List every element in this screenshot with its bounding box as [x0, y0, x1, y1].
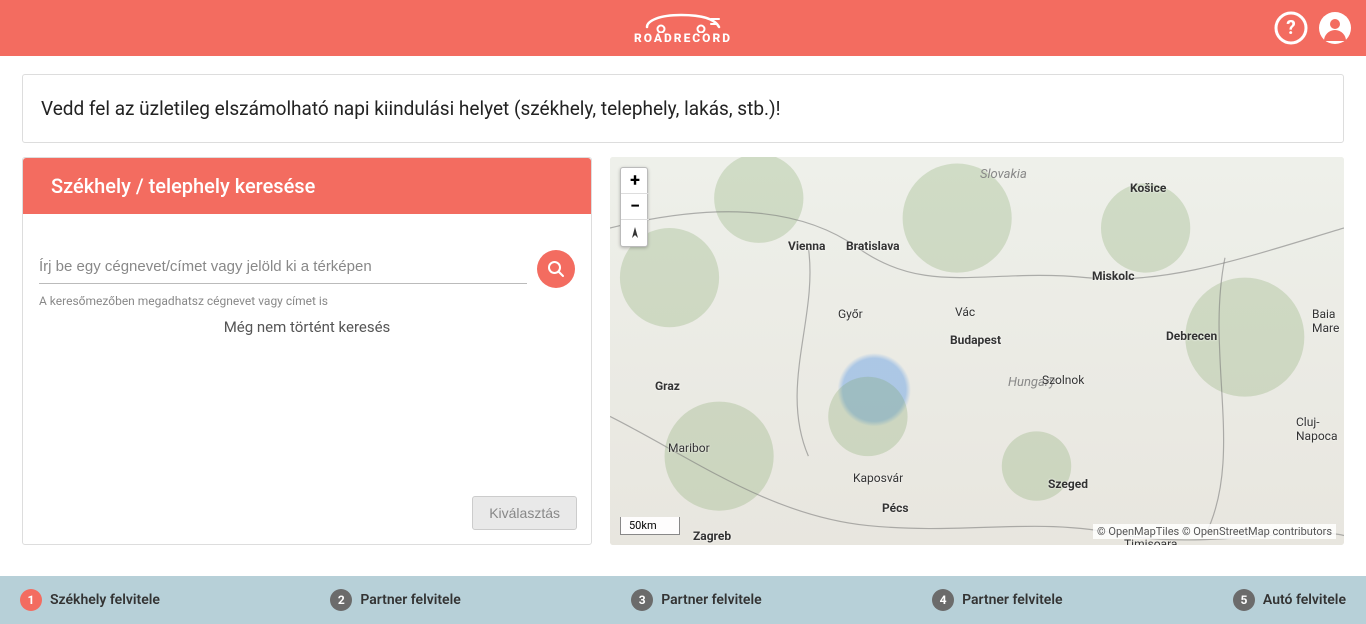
zoom-out-button[interactable]: −: [621, 194, 649, 220]
city-label: Pécs: [882, 501, 909, 515]
search-icon: [547, 260, 565, 278]
map-overlay-svg: [610, 157, 1344, 545]
city-label: Cluj-Napoca: [1296, 415, 1344, 443]
city-label: Zagreb: [693, 529, 731, 543]
zoom-in-button[interactable]: +: [621, 168, 649, 194]
city-label: Szolnok: [1042, 373, 1084, 387]
step-number: 3: [631, 589, 653, 611]
app-header: ROADRECORD ?: [0, 0, 1366, 56]
help-icon: ?: [1274, 11, 1308, 45]
step-item[interactable]: 5 Autó felvitele: [1233, 589, 1346, 611]
select-button[interactable]: Kiválasztás: [472, 496, 577, 530]
instruction-text: Vedd fel az üzletileg elszámolható napi …: [41, 97, 781, 120]
step-item[interactable]: 1 Székhely felvitele: [20, 589, 160, 611]
search-help-text: A keresőmezőben megadhatsz cégnevet vagy…: [39, 294, 575, 308]
city-label: Graz: [655, 379, 680, 393]
step-item[interactable]: 2 Partner felvitele: [330, 589, 460, 611]
step-number: 1: [20, 589, 42, 611]
city-label: Vác: [955, 305, 975, 319]
map-scale: 50km: [620, 517, 680, 535]
city-label: Miskolc: [1092, 269, 1134, 283]
svg-text:?: ?: [1286, 16, 1295, 39]
city-label: Vienna: [788, 239, 825, 253]
reset-bearing-button[interactable]: [621, 220, 649, 246]
country-label: Slovakia: [980, 167, 1027, 182]
city-label: Bratislava: [846, 239, 900, 253]
search-button[interactable]: [537, 250, 575, 288]
help-button[interactable]: ?: [1274, 11, 1308, 45]
main-content: Vedd fel az üzletileg elszámolható napi …: [0, 56, 1366, 545]
step-label: Partner felvitele: [360, 592, 460, 608]
step-item[interactable]: 4 Partner felvitele: [932, 589, 1062, 611]
step-number: 4: [932, 589, 954, 611]
compass-icon: [628, 226, 642, 240]
city-label: Szeged: [1048, 477, 1088, 491]
city-label: Kaposvár: [853, 471, 903, 485]
no-search-message: Még nem történt keresés: [39, 318, 575, 336]
step-label: Székhely felvitele: [50, 592, 160, 608]
step-number: 5: [1233, 589, 1255, 611]
search-panel-title: Székhely / telephely keresése: [23, 158, 591, 214]
map-controls: + −: [620, 167, 648, 247]
step-label: Partner felvitele: [962, 592, 1062, 608]
brand-text: ROADRECORD: [634, 31, 732, 45]
city-label: Košice: [1130, 181, 1166, 195]
car-icon: [641, 11, 725, 33]
city-label: Maribor: [668, 441, 710, 455]
city-label: Budapest: [950, 333, 1001, 347]
city-label: Baia Mare: [1312, 307, 1344, 335]
account-button[interactable]: [1318, 11, 1352, 45]
map-container[interactable]: SlovakiaHungaryViennaBratislavaGyőrVácBu…: [610, 157, 1344, 545]
step-item[interactable]: 3 Partner felvitele: [631, 589, 761, 611]
instruction-bar: Vedd fel az üzletileg elszámolható napi …: [22, 74, 1344, 143]
step-label: Autó felvitele: [1263, 592, 1346, 608]
location-search-input[interactable]: [39, 254, 527, 279]
search-panel: Székhely / telephely keresése A keresőme…: [22, 157, 592, 545]
step-number: 2: [330, 589, 352, 611]
step-label: Partner felvitele: [661, 592, 761, 608]
city-label: Debrecen: [1166, 329, 1217, 343]
step-bar: 1 Székhely felvitele 2 Partner felvitele 3 Pa…: [0, 576, 1366, 624]
brand-logo: ROADRECORD: [634, 11, 732, 45]
user-icon: [1318, 11, 1352, 45]
city-label: Győr: [838, 307, 863, 321]
map-attribution: © OpenMapTiles © OpenStreetMap contribut…: [1093, 524, 1336, 539]
